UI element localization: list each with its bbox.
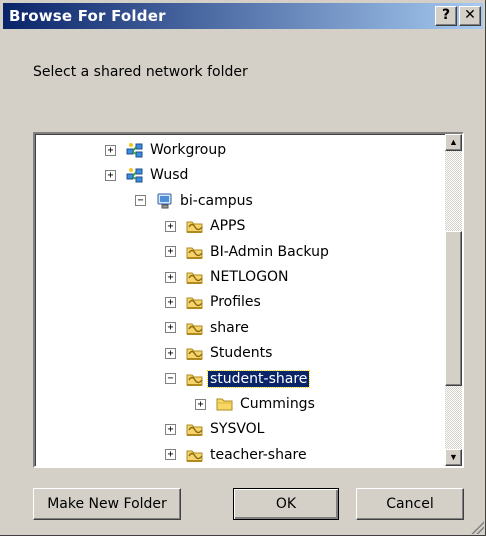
shared-folder-icon <box>186 269 204 285</box>
tree-item[interactable]: + BI-Admin Backup <box>165 241 331 263</box>
tree-item[interactable]: − bi-campus <box>135 190 255 212</box>
tree-item[interactable]: + Profiles <box>165 291 263 313</box>
tree-item[interactable]: + Cummings <box>195 393 317 415</box>
tree-item-label[interactable]: Workgroup <box>148 142 228 158</box>
tree-item-label[interactable]: Wusd <box>148 167 190 183</box>
help-button[interactable]: ? <box>435 6 457 26</box>
tree-item[interactable]: − student-share <box>165 368 311 390</box>
tree-item[interactable]: + SYSVOL <box>165 418 266 440</box>
tree-item-label[interactable]: APPS <box>208 218 247 234</box>
expand-icon[interactable]: + <box>165 449 176 461</box>
shared-folder-icon <box>186 371 204 387</box>
tree-item[interactable]: + teacher-share <box>165 444 309 466</box>
expand-icon[interactable]: + <box>165 423 176 435</box>
title-bar[interactable]: Browse For Folder ? ✕ <box>3 3 483 29</box>
shared-folder-icon <box>186 294 204 310</box>
instruction-text: Select a shared network folder <box>33 64 248 80</box>
network-group-icon <box>126 142 144 158</box>
tree-item-label[interactable]: teacher-share <box>208 447 309 463</box>
expand-icon[interactable]: + <box>165 246 176 258</box>
tree-item[interactable]: + NETLOGON <box>165 266 291 288</box>
close-button[interactable]: ✕ <box>459 6 481 26</box>
collapse-icon[interactable]: − <box>165 373 176 385</box>
shared-folder-icon <box>186 345 204 361</box>
window-title: Browse For Folder <box>9 7 166 25</box>
computer-icon <box>156 193 174 209</box>
tree-item-label[interactable]: BI-Admin Backup <box>208 244 331 260</box>
tree-item-label[interactable]: bi-campus <box>178 193 255 209</box>
ok-button[interactable]: OK <box>233 488 339 520</box>
expand-icon[interactable]: + <box>165 220 176 232</box>
expand-icon[interactable]: + <box>105 169 116 181</box>
tree-item-label[interactable]: Cummings <box>238 396 317 412</box>
tree-item-label[interactable]: share <box>208 320 251 336</box>
shared-folder-icon <box>186 421 204 437</box>
make-new-folder-button[interactable]: Make New Folder <box>33 488 181 520</box>
browse-folder-dialog: Browse For Folder ? ✕ Select a shared ne… <box>0 0 486 536</box>
expand-icon[interactable]: + <box>165 322 176 334</box>
vertical-scrollbar[interactable]: ▲ ▼ <box>445 134 462 466</box>
scroll-down-button[interactable]: ▼ <box>445 449 462 466</box>
cancel-button[interactable]: Cancel <box>356 488 464 520</box>
tree-item-label[interactable]: NETLOGON <box>208 269 291 285</box>
scroll-thumb[interactable] <box>445 231 462 386</box>
folder-tree[interactable]: + Workgroup + Wusd − bi-campus + APPS + BI-Admin … <box>33 132 464 468</box>
tree-item[interactable]: + Wusd <box>105 164 190 186</box>
tree-item[interactable]: + Students <box>165 342 274 364</box>
tree-item-label[interactable]: Profiles <box>208 294 263 310</box>
scroll-up-button[interactable]: ▲ <box>445 134 462 151</box>
expand-icon[interactable]: + <box>165 271 176 283</box>
expand-icon[interactable]: + <box>165 296 176 308</box>
shared-folder-icon <box>186 244 204 260</box>
expand-icon[interactable]: + <box>105 144 116 156</box>
resize-grip-icon[interactable] <box>470 520 484 534</box>
expand-icon[interactable]: + <box>165 347 176 359</box>
shared-folder-icon <box>186 447 204 463</box>
tree-item[interactable]: + APPS <box>165 215 247 237</box>
folder-icon <box>216 396 234 412</box>
expand-icon[interactable]: + <box>195 398 206 410</box>
shared-folder-icon <box>186 218 204 234</box>
tree-item[interactable]: + Workgroup <box>105 139 228 161</box>
collapse-icon[interactable]: − <box>135 195 146 207</box>
shared-folder-icon <box>186 320 204 336</box>
tree-item-label[interactable]: student-share <box>206 369 311 388</box>
network-group-icon <box>126 167 144 183</box>
tree-item-label[interactable]: SYSVOL <box>208 421 266 437</box>
tree-item[interactable]: + share <box>165 317 251 339</box>
tree-item-label[interactable]: Students <box>208 345 274 361</box>
